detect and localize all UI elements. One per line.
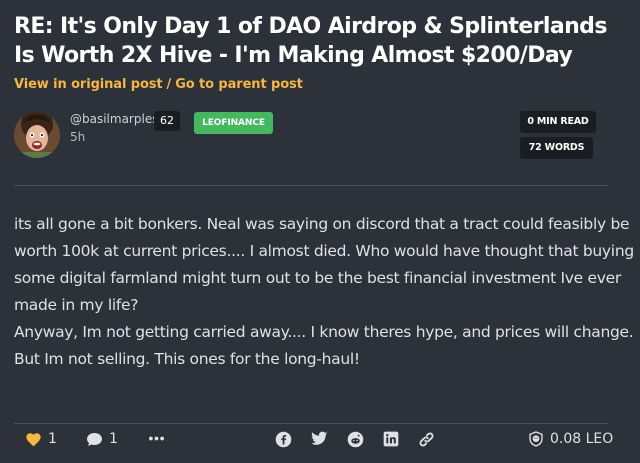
post-body: its all gone a bit bonkers. Neal was say…: [14, 211, 638, 373]
share-twitter-button[interactable]: [311, 431, 328, 446]
facebook-icon: [275, 431, 292, 448]
share-linkedin-button[interactable]: [383, 431, 399, 447]
comment-button[interactable]: 1: [86, 431, 118, 447]
parent-post-link[interactable]: Go to parent post: [175, 77, 303, 92]
share-reddit-button[interactable]: [347, 431, 364, 448]
body-paragraph: Anyway, Im not getting carried away.... …: [14, 323, 634, 368]
body-paragraph: its all gone a bit bonkers. Neal was say…: [14, 215, 634, 314]
community-tag[interactable]: LEOFINANCE: [194, 112, 273, 134]
reddit-icon: [347, 431, 364, 448]
post-title: RE: It's Only Day 1 of DAO Airdrop & Spl…: [14, 14, 607, 68]
post-page: RE: It's Only Day 1 of DAO Airdrop & Spl…: [0, 0, 640, 463]
divider-top: [14, 185, 608, 186]
reputation-badge: 62: [154, 111, 180, 131]
post-footer: 1 1 0.08 LEO: [0, 425, 640, 463]
author-username[interactable]: @basilmarples: [70, 112, 158, 126]
linkedin-icon: [383, 431, 399, 447]
leo-token-icon: [528, 431, 544, 447]
link-separator: /: [166, 77, 172, 92]
share-facebook-button[interactable]: [275, 431, 292, 448]
post-time: 5h: [70, 130, 86, 144]
word-count-badge: 72 WORDS: [520, 137, 593, 159]
link-icon: [418, 431, 435, 448]
payout-display[interactable]: 0.08 LEO: [528, 431, 613, 447]
avatar[interactable]: [14, 112, 60, 158]
post-links: View in original post / Go to parent post: [14, 77, 303, 92]
view-original-link[interactable]: View in original post: [14, 77, 163, 92]
twitter-icon: [311, 431, 328, 446]
payout-amount: 0.08 LEO: [550, 431, 614, 447]
more-options-button[interactable]: [148, 431, 165, 446]
avatar-image: [14, 112, 60, 158]
copy-link-button[interactable]: [418, 431, 435, 448]
comment-icon: [86, 432, 103, 447]
divider-bottom: [14, 423, 608, 424]
read-time-badge: 0 MIN READ: [520, 111, 596, 133]
comment-count: 1: [109, 431, 118, 447]
like-button[interactable]: 1: [25, 431, 57, 447]
ellipsis-icon: [148, 431, 165, 446]
like-count: 1: [48, 431, 57, 447]
heart-icon: [25, 432, 42, 447]
